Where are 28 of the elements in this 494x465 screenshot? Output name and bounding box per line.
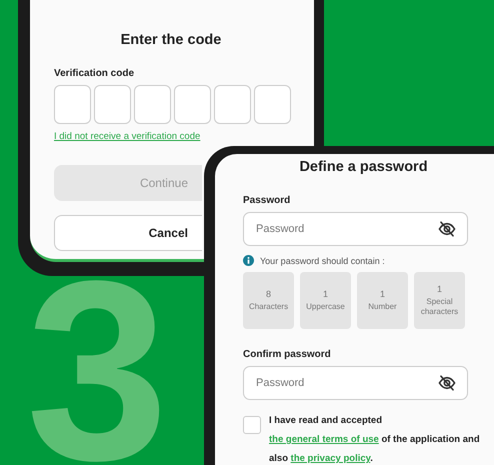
resend-code-link[interactable]: I did not receive a verification code [54,131,200,142]
code-digit-field[interactable] [54,85,91,124]
eye-slash-icon[interactable] [438,220,456,238]
terms-link[interactable]: the general terms of use [269,434,379,445]
requirement-tile: 1 Uppercase [300,272,351,329]
terms-link[interactable]: the privacy policy [290,453,370,464]
info-icon [243,255,254,266]
code-digit-field[interactable] [94,85,131,124]
code-digit-field[interactable] [134,85,171,124]
password-field[interactable]: Password [243,212,468,246]
field-label: Confirm password [243,349,332,360]
field-label: Verification code [54,68,136,79]
step-number: 3 [26,279,168,464]
password-hint: Your password should contain : [260,256,385,266]
field-label: Password [243,195,292,206]
terms-checkbox[interactable] [243,416,261,434]
code-digit-field[interactable] [214,85,251,124]
requirement-tile: 1 Number [357,272,408,329]
cancel-button[interactable]: Cancel [54,215,202,251]
screen-title: Define a password [298,159,429,175]
requirement-tile: 1 Special characters [414,272,465,329]
code-digit-field[interactable] [174,85,211,124]
eye-slash-icon[interactable] [438,374,456,392]
requirement-tile: 8 Characters [243,272,294,329]
confirm-password-field[interactable]: Password [243,366,468,400]
terms-text: I have read and accepted the general terms of use of the application and also the privacy policy. [269,414,481,465]
code-digit-field[interactable] [254,85,291,124]
screen-title: Enter the code [120,32,222,48]
